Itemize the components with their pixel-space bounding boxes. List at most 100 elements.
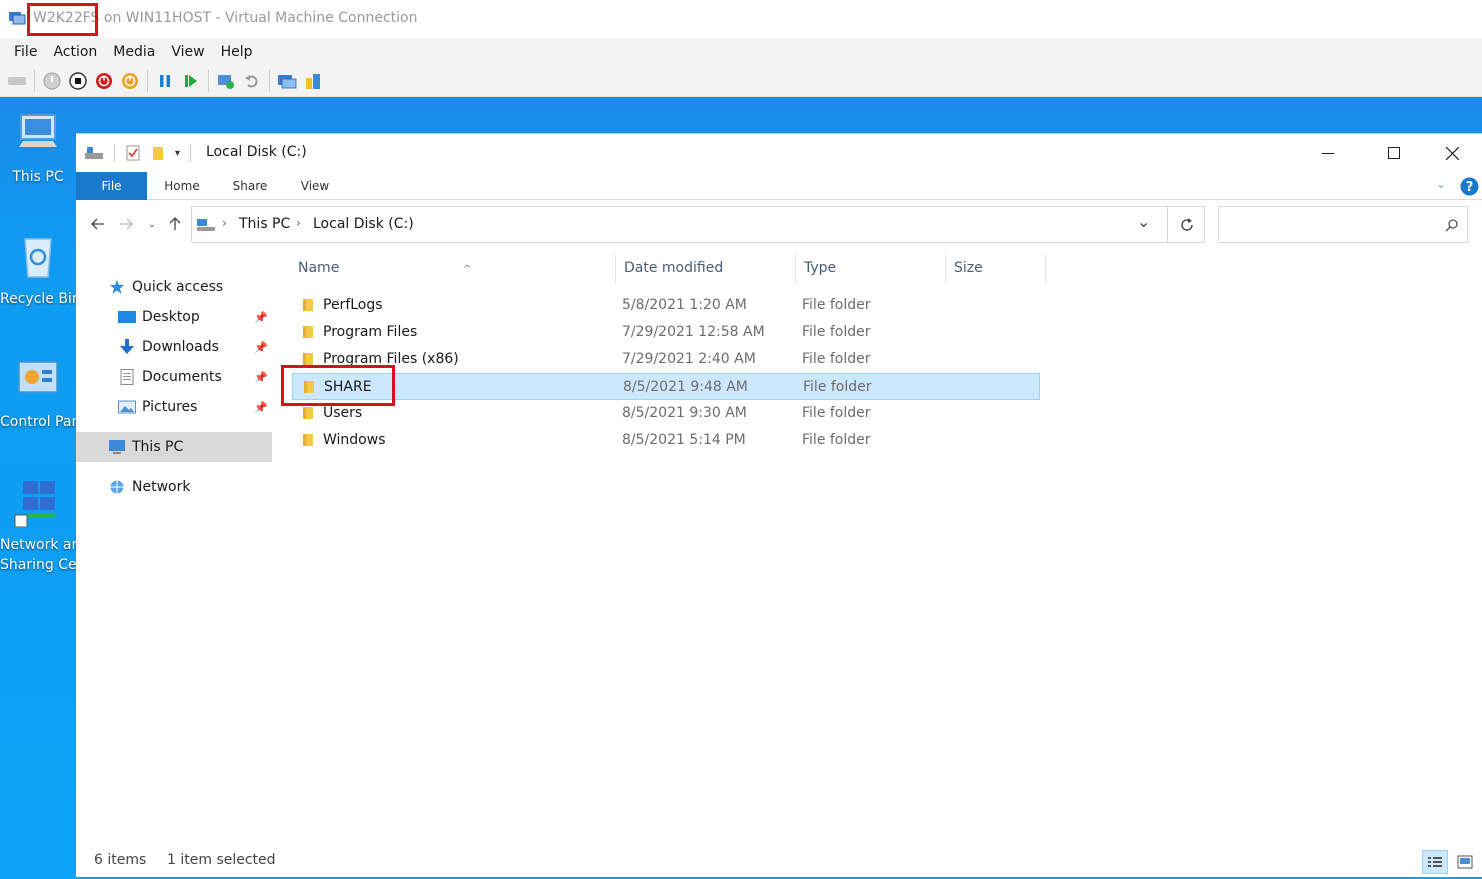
file-name: Program Files: [323, 324, 418, 340]
address-dropdown-icon[interactable]: ⌄: [1137, 212, 1150, 231]
breadcrumb-local-disk[interactable]: Local Disk (C:): [313, 216, 414, 232]
folder-icon: [303, 299, 313, 311]
sort-ascending-icon: ^: [463, 264, 472, 275]
menu-action[interactable]: Action: [45, 44, 105, 60]
file-date: 5/8/2021 1:20 AM: [622, 297, 747, 313]
network-icon: [108, 479, 126, 495]
save-state-icon[interactable]: [119, 70, 141, 92]
maximize-icon: [1388, 147, 1400, 159]
tab-view[interactable]: View: [290, 172, 340, 200]
tab-file[interactable]: File: [76, 172, 147, 200]
minimize-icon: [1322, 153, 1334, 154]
forward-button[interactable]: [116, 214, 136, 234]
properties-icon[interactable]: [125, 145, 141, 161]
tab-share[interactable]: Share: [224, 172, 276, 200]
nav-downloads[interactable]: Downloads 📌: [76, 332, 272, 362]
desktop-icon-network-sharing[interactable]: Network and Sharing Center: [0, 477, 76, 575]
explorer-title-bar: ▾ Local Disk (C:): [76, 134, 1482, 172]
desktop-icon-label: This PC: [12, 169, 64, 185]
details-view-button[interactable]: [1422, 850, 1448, 874]
drive-icon[interactable]: [84, 145, 104, 161]
breadcrumb-separator: ›: [222, 216, 227, 230]
this-pc-icon: [197, 219, 215, 231]
start-icon[interactable]: [41, 70, 63, 92]
expand-ribbon-icon[interactable]: ⌄: [1436, 177, 1446, 191]
file-type: File folder: [802, 351, 871, 367]
document-icon: [118, 369, 136, 385]
file-date: 7/29/2021 2:40 AM: [622, 351, 756, 367]
forward-arrow-icon: [120, 218, 133, 230]
share-icon[interactable]: [302, 70, 324, 92]
refresh-icon: [1180, 217, 1193, 231]
address-row: ⌄ › This PC › Local Disk (C:) ⌄: [76, 204, 1482, 246]
chevron-down-icon: ⌄: [147, 218, 157, 230]
refresh-button[interactable]: [1167, 206, 1205, 243]
ctrl-alt-del-icon[interactable]: [6, 70, 28, 92]
pause-icon[interactable]: [154, 70, 176, 92]
status-bar: 6 items 1 item selected: [76, 846, 1482, 878]
highlight-box-share-folder: [281, 365, 395, 406]
file-row[interactable]: Program Files 7/29/2021 12:58 AM File fo…: [292, 319, 1040, 346]
column-header-date[interactable]: Date modified: [615, 256, 795, 286]
nav-desktop[interactable]: Desktop 📌: [76, 302, 272, 332]
menu-file[interactable]: File: [6, 44, 45, 60]
large-icons-view-button[interactable]: [1452, 850, 1478, 874]
maximize-button[interactable]: [1364, 134, 1424, 172]
file-date: 8/5/2021 9:30 AM: [622, 405, 747, 421]
desktop-icon-this-pc[interactable]: This PC: [0, 109, 76, 187]
menu-media[interactable]: Media: [105, 44, 163, 60]
file-row[interactable]: PerfLogs 5/8/2021 1:20 AM File folder: [292, 292, 1040, 319]
column-header-size[interactable]: Size: [945, 256, 1045, 286]
nav-item-label: Downloads: [142, 339, 219, 355]
nav-item-label: Quick access: [132, 279, 224, 295]
folder-icon: [303, 434, 313, 446]
desktop-icon-control-panel[interactable]: Control Panel: [0, 354, 76, 432]
column-divider[interactable]: [1045, 254, 1046, 284]
resume-icon[interactable]: [180, 70, 202, 92]
close-icon: [1445, 146, 1459, 160]
address-bar[interactable]: › This PC › Local Disk (C:) ⌄: [191, 206, 1205, 243]
file-date: 7/29/2021 12:58 AM: [622, 324, 765, 340]
vm-connection-icon: [9, 12, 26, 25]
close-button[interactable]: [1422, 134, 1482, 172]
menu-help[interactable]: Help: [213, 44, 261, 60]
file-explorer-window: ▾ Local Disk (C:) File Home Share View ⌄…: [76, 133, 1482, 877]
nav-item-label: This PC: [132, 439, 184, 455]
folder-icon: [303, 353, 313, 365]
nav-quick-access[interactable]: Quick access: [76, 272, 272, 302]
up-button[interactable]: [165, 214, 185, 234]
file-date: 8/5/2021 9:48 AM: [623, 379, 748, 395]
network-sharing-icon: [14, 481, 55, 528]
help-icon[interactable]: ?: [1460, 177, 1479, 196]
file-type: File folder: [803, 379, 872, 395]
desktop-icon-recycle-bin[interactable]: Recycle Bin: [0, 231, 76, 309]
back-button[interactable]: [88, 214, 108, 234]
nav-item-label: Network: [132, 479, 191, 495]
revert-icon[interactable]: [241, 70, 263, 92]
file-row-selected[interactable]: SHARE 8/5/2021 9:48 AM File folder: [292, 373, 1040, 400]
customize-dropdown-icon[interactable]: ▾: [175, 148, 180, 159]
checkpoint-icon[interactable]: [215, 70, 237, 92]
search-input[interactable]: [1218, 206, 1468, 243]
nav-this-pc[interactable]: This PC: [76, 432, 272, 462]
breadcrumb-this-pc[interactable]: This PC: [239, 216, 290, 232]
nav-network[interactable]: Network: [76, 472, 272, 502]
recent-locations-button[interactable]: ⌄: [142, 214, 162, 234]
column-header-type[interactable]: Type: [795, 256, 945, 286]
nav-documents[interactable]: Documents 📌: [76, 362, 272, 392]
column-header-name[interactable]: Name ^: [289, 256, 615, 286]
minimize-button[interactable]: [1298, 134, 1358, 172]
menu-view[interactable]: View: [163, 44, 212, 60]
nav-pictures[interactable]: Pictures 📌: [76, 392, 272, 422]
shutdown-icon[interactable]: [93, 70, 115, 92]
file-row[interactable]: Windows 8/5/2021 5:14 PM File folder: [292, 427, 1040, 454]
file-date: 8/5/2021 5:14 PM: [622, 432, 746, 448]
new-folder-icon[interactable]: [151, 145, 165, 161]
turn-off-icon[interactable]: [67, 70, 89, 92]
status-item-count: 6 items: [94, 852, 147, 868]
file-row[interactable]: Users 8/5/2021 9:30 AM File folder: [292, 400, 1040, 427]
file-row[interactable]: Program Files (x86) 7/29/2021 2:40 AM Fi…: [292, 346, 1040, 373]
file-name: PerfLogs: [323, 297, 383, 313]
tab-home[interactable]: Home: [154, 172, 210, 200]
enhanced-session-icon[interactable]: [276, 70, 298, 92]
